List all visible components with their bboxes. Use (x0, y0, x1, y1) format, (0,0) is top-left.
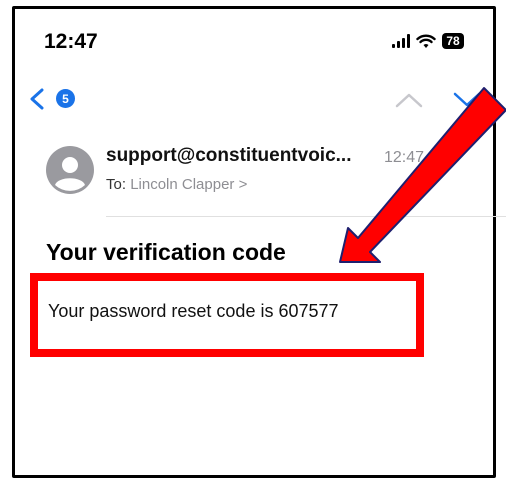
recipient-line[interactable]: To: Lincoln Clapper > (106, 176, 247, 193)
message-subject: Your verification code (46, 239, 286, 265)
cellular-signal-icon (392, 34, 410, 48)
sender-address[interactable]: support@constituentvoic... (106, 145, 351, 167)
previous-message-chevron-up-icon[interactable] (394, 92, 424, 108)
back-chevron-icon[interactable] (28, 88, 46, 110)
unread-count-badge[interactable]: 5 (56, 89, 75, 108)
status-time: 12:47 (44, 30, 98, 53)
message-body: Your password reset code is 607577 (48, 301, 339, 321)
recipient-name[interactable]: Lincoln Clapper > (130, 176, 247, 193)
sender-avatar-icon (46, 146, 94, 194)
header-divider (106, 216, 506, 217)
status-icons: 78 (392, 33, 464, 49)
to-label: To: (106, 176, 127, 193)
next-message-chevron-down-icon[interactable] (452, 92, 482, 108)
battery-icon: 78 (442, 33, 464, 49)
message-time: 12:47 (384, 149, 425, 166)
wifi-icon (416, 34, 436, 48)
